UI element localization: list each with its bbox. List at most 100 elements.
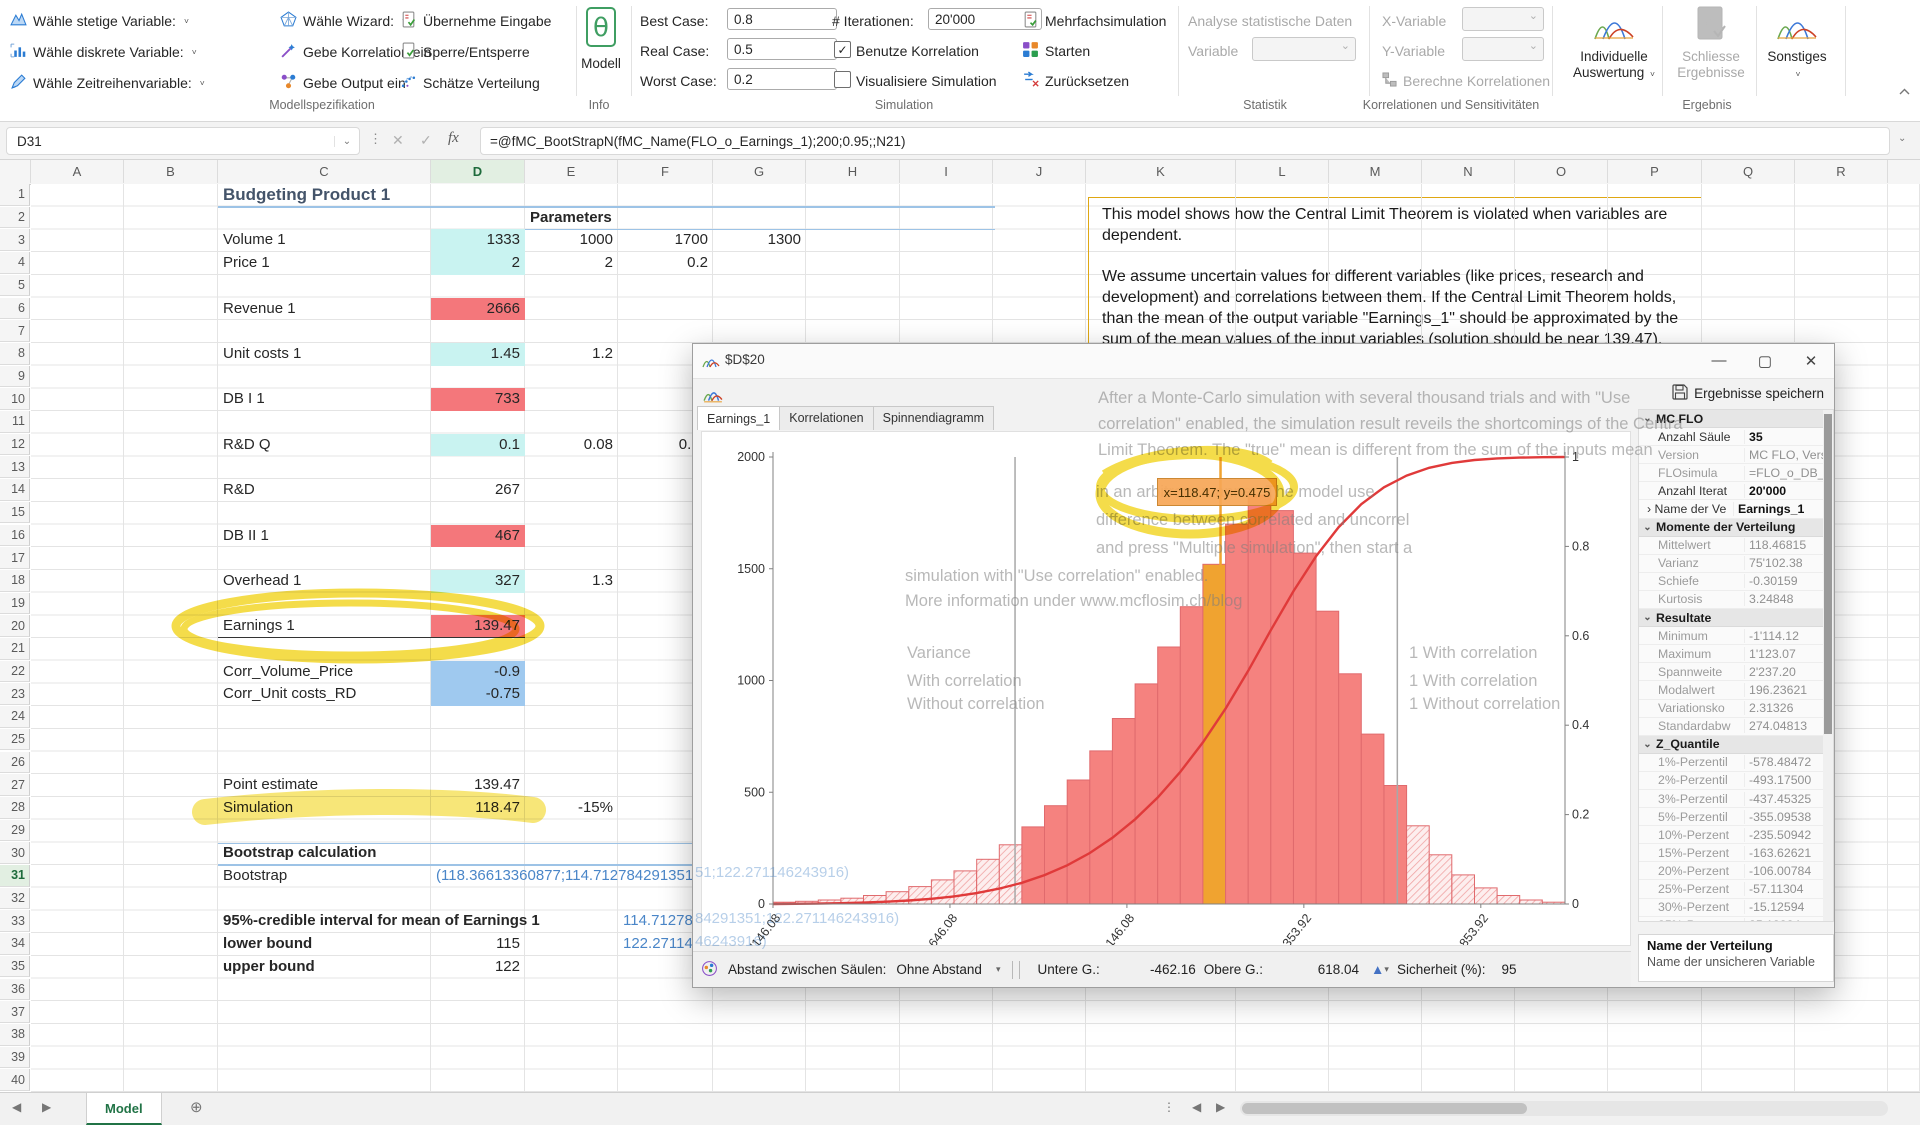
minimize-button[interactable]: — xyxy=(1696,344,1742,377)
cell-C22[interactable]: Corr_Volume_Price xyxy=(218,661,431,684)
row-header-19[interactable]: 19 xyxy=(0,593,30,615)
column-header-J[interactable]: J xyxy=(993,160,1086,183)
gap-dropdown-chevron-icon[interactable]: ▾ xyxy=(996,964,1001,975)
column-header-L[interactable]: L xyxy=(1236,160,1329,183)
ribbon-item-sperre-entsperre[interactable]: Sperre/Entsperre xyxy=(400,39,530,65)
cell-E2[interactable]: Parameters xyxy=(525,207,618,230)
sheet-tab-model[interactable]: Model xyxy=(86,1093,162,1125)
row-header-18[interactable]: 18 xyxy=(0,570,30,592)
panel-row-version[interactable]: VersionMC FLO, Versio xyxy=(1639,446,1833,464)
cell-D23[interactable]: -0.75 xyxy=(431,683,525,706)
histogram-bar[interactable] xyxy=(1452,875,1475,904)
panel-section-z-quantile[interactable]: ⌄Z_Quantile xyxy=(1639,736,1833,754)
ribbon-item-gebe-output-ein[interactable]: Gebe Output ein xyxy=(280,70,406,96)
row-header-11[interactable]: 11 xyxy=(0,411,30,433)
panel-row-spannweite[interactable]: Spannweite2'237.20 xyxy=(1639,663,1833,681)
cell-D20[interactable]: 139.47 xyxy=(431,615,525,638)
dialog-tab-spinnendiagramm[interactable]: Spinnendiagramm xyxy=(873,406,994,430)
row-header-34[interactable]: 34 xyxy=(0,933,30,955)
start-button[interactable]: Starten xyxy=(1022,38,1090,64)
panel-row-5-perzentil[interactable]: 5%-Perzentil-355.09538 xyxy=(1639,808,1833,826)
panel-scrollbar-thumb[interactable] xyxy=(1824,414,1832,734)
confidence-triangle-icon[interactable]: ▲ xyxy=(1371,962,1384,977)
close-button[interactable]: ✕ xyxy=(1788,344,1834,377)
column-header-I[interactable]: I xyxy=(900,160,993,183)
sonstiges-button[interactable]: Sonstiges˅ xyxy=(1762,5,1832,82)
histogram-bar[interactable] xyxy=(1135,684,1158,904)
visualize-simulation-checkbox[interactable] xyxy=(834,71,851,88)
histogram-bar[interactable] xyxy=(1520,900,1543,904)
model-button[interactable]: θ Modell xyxy=(572,6,630,72)
cell-C34[interactable]: lower bound xyxy=(218,933,431,956)
ribbon-item--bernehme-eingabe[interactable]: Übernehme Eingabe xyxy=(400,8,551,34)
panel-row-3-perzentil[interactable]: 3%-Perzentil-437.45325 xyxy=(1639,790,1833,808)
histogram-bar[interactable] xyxy=(1248,495,1271,904)
ribbon-item-w-hle-stetige-variable-[interactable]: Wähle stetige Variable:˅ xyxy=(10,8,189,34)
panel-section-momente-der-verteilung[interactable]: ⌄Momente der Verteilung xyxy=(1639,519,1833,537)
cell-D28[interactable]: 118.47 xyxy=(431,797,525,820)
panel-row-schiefe[interactable]: Schiefe-0.30159 xyxy=(1639,573,1833,591)
histogram-bar[interactable] xyxy=(1407,826,1430,904)
histogram-bar[interactable] xyxy=(1226,524,1249,904)
column-header-B[interactable]: B xyxy=(124,160,218,183)
column-header-N[interactable]: N xyxy=(1422,160,1515,183)
column-header-C[interactable]: C xyxy=(218,160,431,183)
panel-row-modalwert[interactable]: Modalwert196.23621 xyxy=(1639,681,1833,699)
cell-D3[interactable]: 1333 xyxy=(431,229,525,252)
ribbon-item-w-hle-zeitreihenvariable-[interactable]: Wähle Zeitreihenvariable:˅ xyxy=(10,70,205,96)
row-header-3[interactable]: 3 xyxy=(0,229,30,251)
cell-C14[interactable]: R&D xyxy=(218,479,431,502)
cell-D8[interactable]: 1.45 xyxy=(431,343,525,366)
confidence-chevron-icon[interactable]: ▾ xyxy=(1384,964,1389,975)
cell-D35[interactable]: 122 xyxy=(431,956,525,979)
histogram-bar[interactable] xyxy=(1339,674,1362,904)
name-box[interactable]: D31 ⌄ xyxy=(6,127,360,155)
histogram-bar[interactable] xyxy=(1316,611,1339,904)
lower-bound-value[interactable]: -462.16 xyxy=(1100,962,1196,977)
histogram-bar[interactable] xyxy=(977,859,1000,904)
row-header-9[interactable]: 9 xyxy=(0,366,30,388)
cell-D14[interactable]: 267 xyxy=(431,479,525,502)
cell-C28[interactable]: Simulation xyxy=(218,797,431,820)
save-results-button[interactable]: Ergebnisse speichern xyxy=(1672,384,1824,403)
cell-D18[interactable]: 327 xyxy=(431,570,525,593)
cell-D16[interactable]: 467 xyxy=(431,525,525,548)
sheet-nav-left-icon[interactable]: ◀ xyxy=(12,1100,21,1114)
hscroll-right-icon[interactable]: ▶ xyxy=(1216,1100,1225,1114)
best-case-input[interactable]: 0.8 xyxy=(727,8,837,30)
histogram-bar[interactable] xyxy=(1361,734,1384,904)
row-header-15[interactable]: 15 xyxy=(0,502,30,524)
enter-icon[interactable]: ✓ xyxy=(420,132,432,149)
column-header-Q[interactable]: Q xyxy=(1702,160,1795,183)
ribbon-item-sch-tze-verteilung[interactable]: Schätze Verteilung xyxy=(400,70,540,96)
section-chevron-icon[interactable]: ⌄ xyxy=(1639,413,1656,424)
cell-C10[interactable]: DB I 1 xyxy=(218,388,431,411)
row-header-7[interactable]: 7 xyxy=(0,320,30,342)
row-header-4[interactable]: 4 xyxy=(0,252,30,274)
panel-row-anzahl-s-ule[interactable]: Anzahl Säule35 xyxy=(1639,428,1833,446)
dialog-tab-earnings_1[interactable]: Earnings_1 xyxy=(697,406,780,430)
formula-input[interactable]: =@fMC_BootStrapN(fMC_Name(FLO_o_Earnings… xyxy=(480,127,1890,155)
cell-G3[interactable]: 1300 xyxy=(713,229,806,252)
fx-icon[interactable]: fx xyxy=(448,130,459,147)
row-header-6[interactable]: 6 xyxy=(0,298,30,320)
row-header-16[interactable]: 16 xyxy=(0,525,30,547)
panel-row-flosimula[interactable]: FLOsimula=FLO_o_DB_II_ xyxy=(1639,464,1833,482)
row-header-38[interactable]: 38 xyxy=(0,1024,30,1046)
cell-C6[interactable]: Revenue 1 xyxy=(218,298,431,321)
cell-C12[interactable]: R&D Q xyxy=(218,434,431,457)
ribbon-collapse-icon[interactable] xyxy=(1898,84,1911,102)
cell-C16[interactable]: DB II 1 xyxy=(218,525,431,548)
cell-D34[interactable]: 115 xyxy=(431,933,525,956)
row-header-13[interactable]: 13 xyxy=(0,456,30,478)
cell-D27[interactable]: 139.47 xyxy=(431,774,525,797)
panel-row-maximum[interactable]: Maximum1'123.07 xyxy=(1639,645,1833,663)
cell-E4[interactable]: 2 xyxy=(525,252,618,275)
row-header-8[interactable]: 8 xyxy=(0,343,30,365)
column-header-F[interactable]: F xyxy=(618,160,713,183)
panel-row-standardabw[interactable]: Standardabw274.04813 xyxy=(1639,718,1833,736)
dialog-tab-korrelationen[interactable]: Korrelationen xyxy=(779,406,873,430)
section-chevron-icon[interactable]: ⌄ xyxy=(1639,612,1656,623)
section-chevron-icon[interactable]: ⌄ xyxy=(1639,522,1656,533)
row-header-31[interactable]: 31 xyxy=(0,865,30,887)
